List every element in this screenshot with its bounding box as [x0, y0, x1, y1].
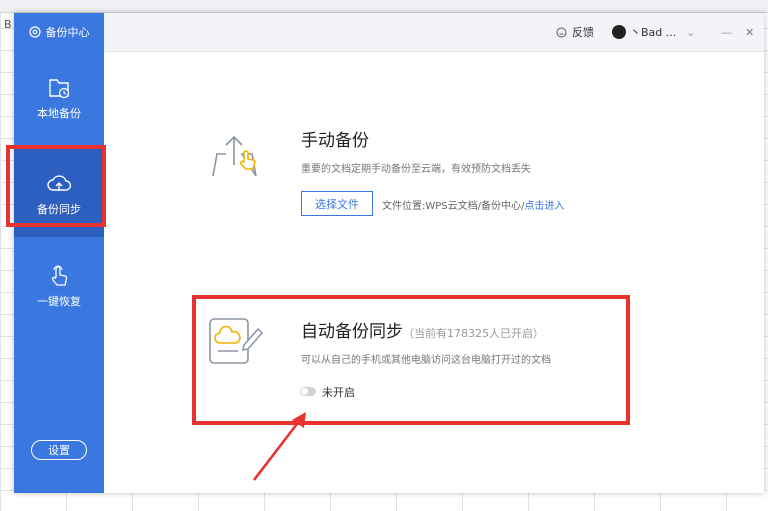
chat-icon: [556, 27, 567, 37]
sidebar-item-label: 一键恢复: [37, 295, 81, 308]
manual-upload-icon: [212, 135, 257, 177]
sidebar-item-restore[interactable]: 一键恢复: [14, 239, 104, 329]
close-button[interactable]: ✕: [745, 13, 754, 51]
file-location: 文件位置:WPS云文档/备份中心/点击进入: [382, 197, 564, 212]
highlight-box-sidebar: [6, 145, 106, 227]
sidebar: 备份中心 本地备份 备份同步 一键恢复 设置: [14, 13, 104, 493]
spreadsheet-header: [0, 0, 768, 13]
settings-button[interactable]: 设置: [31, 440, 87, 460]
chevron-down-icon[interactable]: ⌄: [686, 26, 695, 39]
feedback-label: 反馈: [572, 26, 594, 39]
select-file-button[interactable]: 选择文件: [301, 191, 373, 216]
red-arrow-annotation: [252, 412, 306, 481]
manual-backup-title: 手动备份: [301, 131, 369, 151]
feedback-button[interactable]: 反馈: [556, 13, 594, 51]
minimize-button[interactable]: —: [721, 13, 732, 51]
avatar: [612, 25, 626, 39]
column-letter: B: [4, 18, 12, 31]
enter-link[interactable]: 点击进入: [524, 201, 564, 212]
title-bar: 反馈 丶Bad ... ⌄ — ✕: [104, 13, 764, 52]
sidebar-item-local-backup[interactable]: 本地备份: [14, 51, 104, 141]
highlight-box-auto-backup: [192, 295, 630, 425]
backup-center-icon: [28, 26, 41, 38]
backup-center-window: 备份中心 本地备份 备份同步 一键恢复 设置 反馈 丶Bad ... ⌄ — ✕…: [6, 13, 764, 493]
file-location-label: 文件位置:WPS云文档/备份中心/: [382, 201, 525, 212]
brand-title: 备份中心: [45, 26, 90, 39]
brand: 备份中心: [14, 13, 104, 51]
user-name: 丶Bad ...: [630, 26, 677, 39]
user-account[interactable]: 丶Bad ... ⌄: [612, 13, 695, 51]
sidebar-item-label: 本地备份: [37, 107, 81, 120]
folder-clock-icon: [49, 79, 70, 99]
hand-tap-icon: [52, 265, 68, 286]
manual-backup-desc: 重要的文档定期手动备份至云端，有效预防文档丢失: [301, 164, 531, 175]
